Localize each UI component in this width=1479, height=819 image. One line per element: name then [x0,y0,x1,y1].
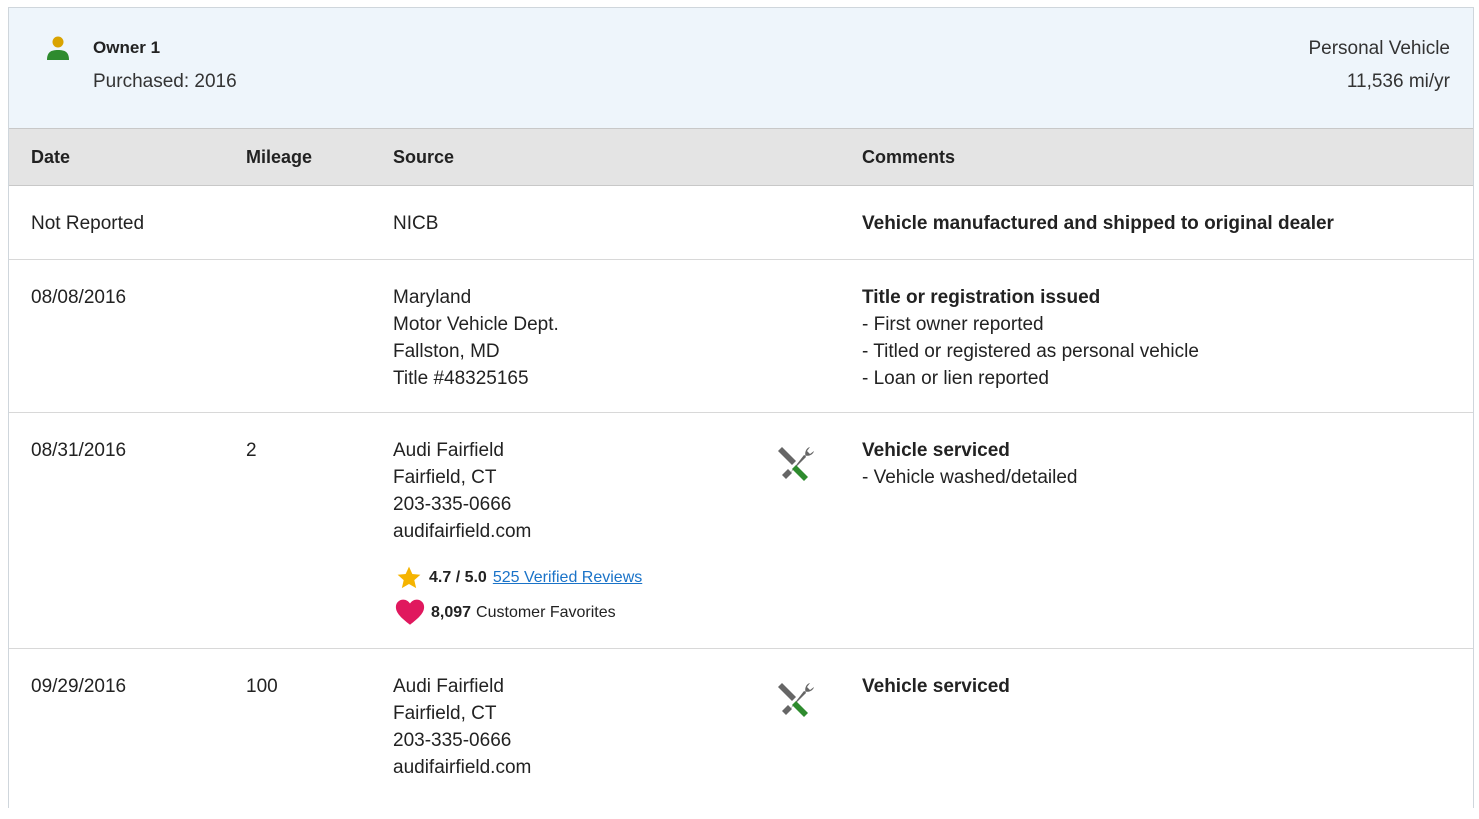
comment-title: Vehicle serviced [862,676,1010,697]
source-line: Fairfield, CT [393,467,497,488]
owner-name: Owner 1 [93,38,161,57]
comment-item: - Vehicle washed/detailed [862,467,1078,488]
row-date: 08/31/2016 [31,440,127,461]
source-line: Fairfield, CT [393,703,497,724]
row-source: Audi Fairfield Fairfield, CT 203-335-066… [393,673,531,781]
comment-item: - First owner reported [862,314,1044,335]
table-header: Date Mileage Source Comments [9,128,1473,186]
table-row: 09/29/2016 100 Audi Fairfield Fairfield,… [9,649,1473,819]
owner-history-panel: Owner 1 Purchased: 2016 Personal Vehicle… [8,7,1474,808]
source-line: NICB [393,213,439,234]
row-comments: Vehicle serviced [862,673,1010,700]
table-row: 08/31/2016 2 Audi Fairfield Fairfield, C… [9,413,1473,649]
dealer-rating: 4.7 / 5.0 525 Verified Reviews [395,565,642,591]
source-line: Motor Vehicle Dept. [393,314,559,335]
star-icon [397,566,421,589]
column-header-source: Source [393,147,455,167]
row-mileage: 100 [246,676,278,697]
miles-per-year: 11,536 mi/yr [1346,71,1450,92]
row-source: Maryland Motor Vehicle Dept. Fallston, M… [393,284,559,392]
row-date: Not Reported [31,213,145,234]
service-tools-icon [778,683,814,717]
vehicle-type: Personal Vehicle [1308,38,1450,59]
source-line: Audi Fairfield [393,440,504,461]
source-line: Title #48325165 [393,368,529,389]
row-comments: Vehicle manufactured and shipped to orig… [862,210,1334,237]
favorites-count: 8,097 [431,603,472,621]
service-tools-icon [778,447,814,481]
source-line: audifairfield.com [393,521,532,542]
owner-header: Owner 1 Purchased: 2016 Personal Vehicle… [9,8,1473,129]
verified-reviews-link[interactable]: 525 Verified Reviews [493,569,642,587]
favorites-label: Customer Favorites [476,603,616,621]
comment-item: - Titled or registered as personal vehic… [862,341,1199,362]
source-line: Maryland [393,287,472,308]
source-line: 203-335-0666 [393,730,512,751]
rating-value: 4.7 / 5.0 [429,569,487,586]
comment-item: - Loan or lien reported [862,368,1049,389]
comment-title: Vehicle manufactured and shipped to orig… [862,213,1334,234]
comment-title: Vehicle serviced [862,440,1010,461]
heart-icon [395,599,425,625]
row-date: 09/29/2016 [31,676,127,697]
comment-title: Title or registration issued [862,287,1101,308]
column-header-date: Date [31,147,71,167]
source-line: 203-335-0666 [393,494,512,515]
table-row: 08/08/2016 Maryland Motor Vehicle Dept. … [9,260,1473,413]
row-comments: Title or registration issued - First own… [862,284,1199,392]
column-header-mileage: Mileage [246,147,313,167]
source-line: Audi Fairfield [393,676,504,697]
row-date: 08/08/2016 [31,287,127,308]
row-source: NICB [393,210,438,237]
purchased-year: Purchased: 2016 [93,71,237,92]
column-header-comments: Comments [862,147,956,167]
table-row: Not Reported NICB Vehicle manufactured a… [9,186,1473,260]
source-line: Fallston, MD [393,341,500,362]
person-icon [47,36,69,60]
row-mileage: 2 [246,440,257,461]
row-comments: Vehicle serviced - Vehicle washed/detail… [862,437,1077,491]
source-line: audifairfield.com [393,757,532,778]
customer-favorites: 8,097 Customer Favorites [395,599,616,626]
row-source: Audi Fairfield Fairfield, CT 203-335-066… [393,437,531,545]
